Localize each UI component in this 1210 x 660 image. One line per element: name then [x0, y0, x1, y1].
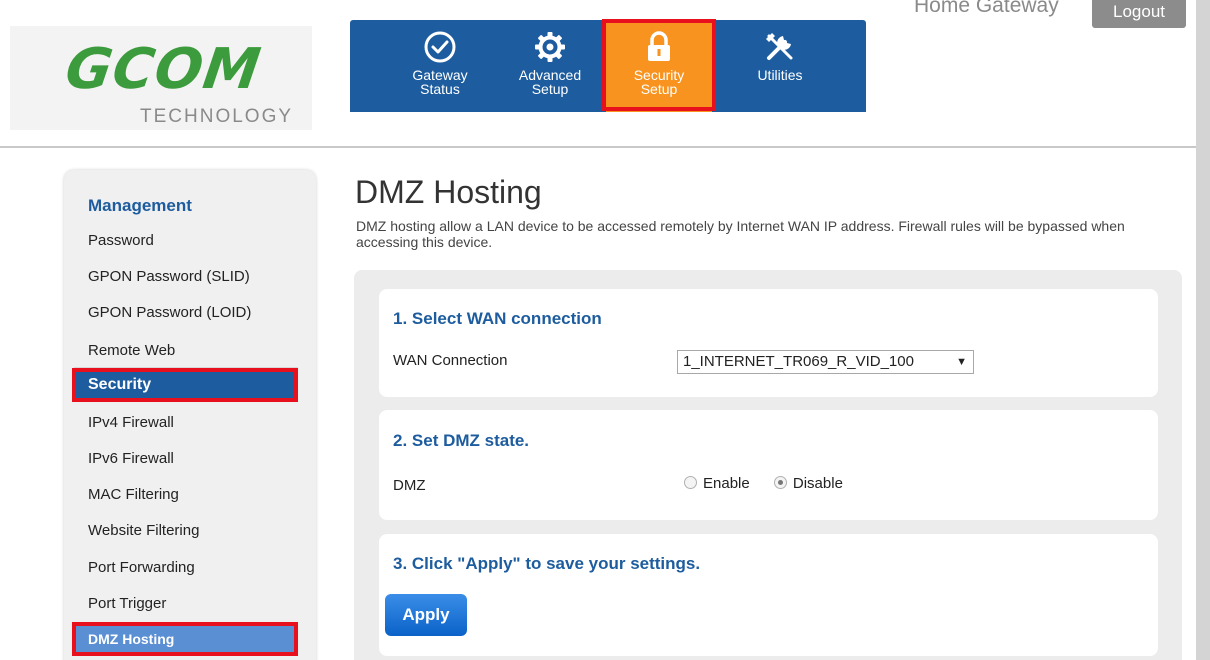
sidebar: Management Password GPON Password (SLID)… [64, 170, 316, 660]
dmz-disable-radio[interactable] [773, 476, 787, 489]
security-section-highlight [72, 368, 298, 402]
apply-card: 3. Click "Apply" to save your settings. [379, 534, 1158, 656]
section1-title: 1. Select WAN connection [393, 309, 602, 328]
nav-utilities[interactable]: Utilities [730, 20, 830, 112]
nav-advanced-setup[interactable]: Advanced Setup [500, 20, 600, 112]
dmz-disable-label: Disable [792, 475, 843, 492]
dropdown-arrow-icon: ▼ [956, 356, 967, 368]
wan-connection-label: WAN Connection [393, 352, 508, 369]
security-setup-highlight [602, 19, 716, 111]
header: GCOM TECHNOLOGY Gateway Status Advanced … [0, 0, 1210, 148]
nav-utilities-label: Utilities [757, 67, 803, 83]
sidebar-item-ipv6-firewall[interactable]: IPv6 Firewall [88, 450, 174, 467]
check-circle-icon [424, 31, 456, 63]
page-title: DMZ Hosting [355, 174, 542, 210]
logout-button[interactable]: Logout [1092, 0, 1186, 28]
sidebar-heading-management: Management [88, 196, 192, 215]
wan-connection-value: 1_INTERNET_TR069_R_VID_100 [683, 353, 914, 370]
sidebar-item-port-forwarding[interactable]: Port Forwarding [88, 559, 195, 576]
nav-gateway-status-label: Gateway Status [412, 67, 468, 97]
sidebar-item-remote-web[interactable]: Remote Web [88, 342, 175, 359]
sidebar-item-port-trigger[interactable]: Port Trigger [88, 595, 166, 612]
gear-icon [535, 32, 565, 62]
scrollbar[interactable] [1196, 0, 1210, 660]
logo-text: GCOM [61, 37, 266, 102]
dmz-hosting-highlight [72, 622, 298, 656]
apply-button[interactable]: Apply [385, 594, 467, 636]
dmz-state-card: 2. Set DMZ state. DMZ [379, 410, 1158, 520]
sidebar-item-ipv4-firewall[interactable]: IPv4 Firewall [88, 414, 174, 431]
dmz-enable-option[interactable]: Enable [684, 475, 754, 492]
dmz-disable-option[interactable]: Disable [773, 475, 843, 492]
sidebar-item-gpon-loid[interactable]: GPON Password (LOID) [88, 304, 251, 321]
home-gateway-label: Home Gateway [914, 0, 1059, 17]
page-description: DMZ hosting allow a LAN device to be acc… [356, 218, 1125, 250]
logo[interactable]: GCOM TECHNOLOGY [10, 26, 312, 130]
dmz-state-radio-group: Enable Disable [684, 475, 863, 492]
logo-subtext: TECHNOLOGY [140, 106, 294, 127]
dmz-label: DMZ [393, 477, 426, 494]
wan-connection-select[interactable]: 1_INTERNET_TR069_R_VID_100 ▼ [677, 350, 974, 374]
sidebar-item-mac-filtering[interactable]: MAC Filtering [88, 486, 179, 503]
wan-connection-card: 1. Select WAN connection WAN Connection [379, 289, 1158, 397]
sidebar-item-website-filtering[interactable]: Website Filtering [88, 522, 199, 539]
nav-advanced-setup-label: Advanced Setup [518, 67, 582, 97]
section2-title: 2. Set DMZ state. [393, 431, 530, 450]
sidebar-item-gpon-slid[interactable]: GPON Password (SLID) [88, 268, 250, 285]
section3-title: 3. Click "Apply" to save your settings. [393, 554, 701, 573]
dmz-enable-label: Enable [703, 475, 750, 492]
nav-gateway-status[interactable]: Gateway Status [390, 20, 490, 112]
tools-icon [766, 33, 793, 60]
sidebar-item-password[interactable]: Password [88, 232, 154, 249]
dmz-enable-radio[interactable] [684, 476, 697, 489]
